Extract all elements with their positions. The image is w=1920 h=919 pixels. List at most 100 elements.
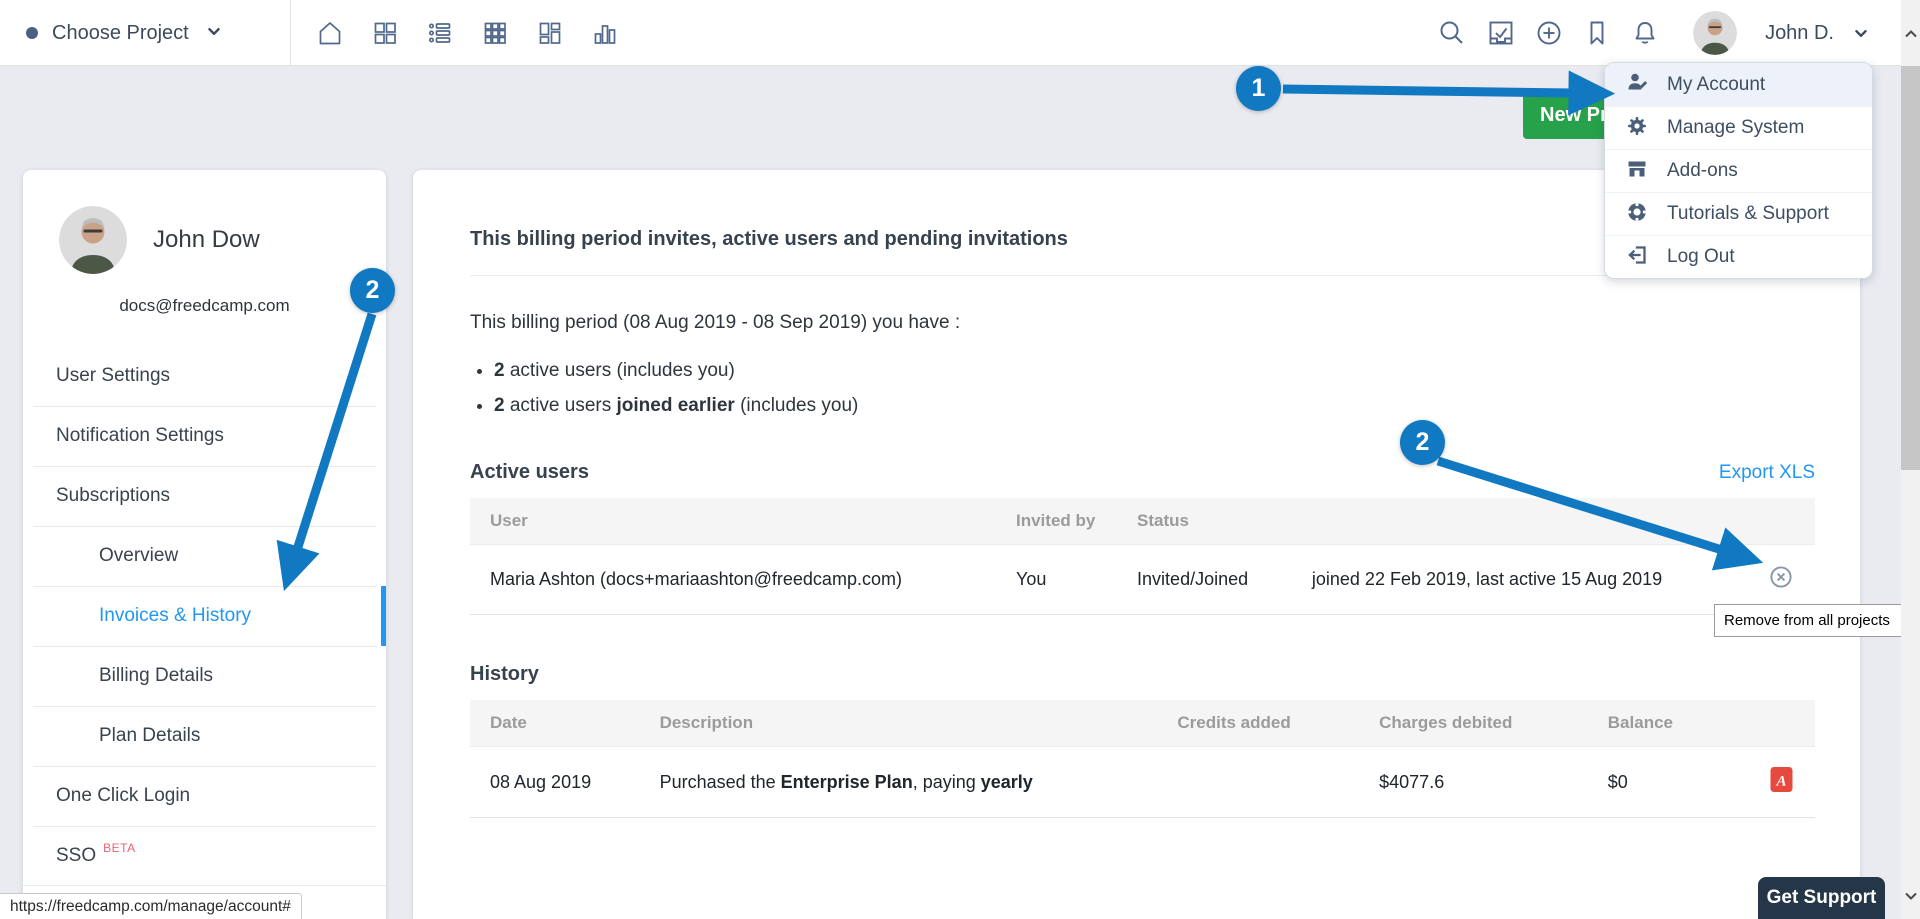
table-header-row: User Invited by Status: [470, 498, 1815, 545]
gear-icon: [1625, 114, 1649, 143]
billing-content: This billing period invites, active user…: [413, 170, 1860, 919]
project-selector-label: Choose Project: [52, 22, 189, 45]
user-name: John Dow: [153, 226, 260, 254]
active-indicator: [381, 586, 386, 646]
chevron-down-icon[interactable]: [1850, 22, 1872, 44]
sidebar-item-label: Invoices & History: [99, 605, 251, 627]
menu-item-manage-system[interactable]: Manage System: [1605, 106, 1872, 149]
column-header: Invited by: [1008, 498, 1129, 545]
sidebar-item-label: SSO: [56, 845, 96, 867]
table-row: 08 Aug 2019 Purchased the Enterprise Pla…: [470, 747, 1815, 818]
description-bold: Enterprise Plan: [781, 772, 913, 792]
project-selector[interactable]: Choose Project: [26, 0, 225, 66]
account-sidebar: John Dow docs@freedcamp.com User Setting…: [23, 170, 386, 919]
annotation-badge-2b: 2: [1400, 420, 1445, 465]
svg-text:A: A: [1775, 774, 1786, 790]
sidebar-item-label: Plan Details: [99, 725, 200, 747]
cell-activity: joined 22 Feb 2019, last active 15 Aug 2…: [1304, 545, 1748, 615]
apps-grid-icon[interactable]: [479, 17, 511, 49]
store-icon: [1625, 157, 1649, 186]
cell-charges: $4077.6: [1371, 747, 1600, 818]
beta-badge: BETA: [103, 841, 135, 855]
scroll-up-icon[interactable]: [1901, 24, 1920, 44]
menu-item-label: Log Out: [1667, 246, 1735, 268]
annotation-badge-2: 2: [350, 268, 395, 313]
bullet-count: 2: [494, 360, 505, 381]
topbar-nav: [314, 0, 621, 66]
sidebar-item-label: Overview: [99, 545, 178, 567]
home-icon[interactable]: [314, 17, 346, 49]
sidebar-item-label: Subscriptions: [56, 485, 170, 507]
todo-check-icon[interactable]: [1485, 17, 1517, 49]
scroll-down-icon[interactable]: [1901, 886, 1920, 906]
column-header: Balance: [1600, 700, 1748, 747]
description-text: Purchased the: [660, 772, 781, 792]
tooltip-remove-from-all-projects: Remove from all projects: [1714, 604, 1913, 637]
projects-board-icon[interactable]: [369, 17, 401, 49]
get-support-button[interactable]: Get Support: [1758, 877, 1885, 919]
sidebar-item-plan-details[interactable]: Plan Details: [23, 706, 386, 766]
pdf-invoice-icon[interactable]: A: [1770, 766, 1793, 793]
sidebar-item-label: One Click Login: [56, 785, 190, 807]
search-icon[interactable]: [1435, 16, 1469, 50]
history-title: History: [470, 663, 1815, 686]
help-ring-icon: [1625, 200, 1649, 229]
topbar-divider: [290, 0, 291, 66]
user-dropdown-menu: My Account Manage System Add-ons Tutoria…: [1604, 62, 1873, 279]
sidebar-item-billing-details[interactable]: Billing Details: [23, 646, 386, 706]
bookmark-icon[interactable]: [1581, 17, 1613, 49]
widgets-board-icon[interactable]: [534, 17, 566, 49]
sidebar-item-subscriptions[interactable]: Subscriptions: [23, 466, 386, 526]
bullet-text: active users: [505, 395, 617, 416]
menu-item-tutorials-support[interactable]: Tutorials & Support: [1605, 192, 1872, 235]
column-header: [1304, 498, 1748, 545]
sidebar-item-invoices-history[interactable]: Invoices & History: [23, 586, 386, 646]
active-users-title: Active users: [470, 461, 589, 484]
menu-item-log-out[interactable]: Log Out: [1605, 235, 1872, 278]
scrollbar-thumb[interactable]: [1901, 66, 1920, 470]
reports-chart-icon[interactable]: [589, 17, 621, 49]
menu-item-label: Manage System: [1667, 117, 1804, 139]
tasks-list-icon[interactable]: [424, 17, 456, 49]
description-text: , paying: [913, 772, 981, 792]
sidebar-item-label: User Settings: [56, 365, 170, 387]
bullet-text: (includes you): [735, 395, 859, 416]
billing-period-line: This billing period (08 Aug 2019 - 08 Se…: [470, 312, 1815, 334]
annotation-badge-1: 1: [1236, 66, 1281, 111]
billing-bullets: 2 active users (includes you) 2 active u…: [470, 360, 1815, 417]
top-bar: Choose Project: [0, 0, 1920, 66]
user-menu-trigger[interactable]: John D.: [1765, 22, 1834, 45]
avatar[interactable]: [1693, 11, 1737, 55]
sidebar-item-user-settings[interactable]: User Settings: [23, 346, 386, 406]
column-header: Status: [1129, 498, 1304, 545]
menu-item-my-account[interactable]: My Account: [1605, 63, 1872, 106]
column-header: [1748, 700, 1815, 747]
bullet-bold: joined earlier: [617, 395, 735, 416]
sidebar-item-label: Notification Settings: [56, 425, 224, 447]
column-header: Date: [470, 700, 652, 747]
bullet-text: active users (includes you): [505, 360, 735, 381]
profile-row: John Dow: [23, 170, 386, 274]
table-row: Maria Ashton (docs+mariaashton@freedcamp…: [470, 545, 1815, 615]
remove-user-icon[interactable]: [1768, 564, 1794, 590]
menu-item-add-ons[interactable]: Add-ons: [1605, 149, 1872, 192]
cell-balance: $0: [1600, 747, 1748, 818]
menu-item-label: Add-ons: [1667, 160, 1738, 182]
menu-item-label: Tutorials & Support: [1667, 203, 1829, 225]
cell-status: Invited/Joined: [1129, 545, 1304, 615]
export-xls-link[interactable]: Export XLS: [1719, 462, 1815, 484]
bullet-joined-earlier: 2 active users joined earlier (includes …: [494, 395, 1815, 417]
notifications-bell-icon[interactable]: [1629, 17, 1661, 49]
column-header: [1748, 498, 1815, 545]
sidebar-item-notification-settings[interactable]: Notification Settings: [23, 406, 386, 466]
sidebar-item-sso[interactable]: SSO BETA: [23, 826, 386, 886]
add-circle-icon[interactable]: [1533, 17, 1565, 49]
column-header: User: [470, 498, 1008, 545]
scrollbar[interactable]: [1901, 0, 1920, 919]
column-header: Credits added: [1169, 700, 1371, 747]
menu-item-label: My Account: [1667, 74, 1765, 96]
sidebar-item-one-click-login[interactable]: One Click Login: [23, 766, 386, 826]
topbar-actions: John D.: [1435, 0, 1872, 66]
status-bar-url: https://freedcamp.com/manage/account#: [0, 893, 302, 919]
sidebar-item-overview[interactable]: Overview: [23, 526, 386, 586]
